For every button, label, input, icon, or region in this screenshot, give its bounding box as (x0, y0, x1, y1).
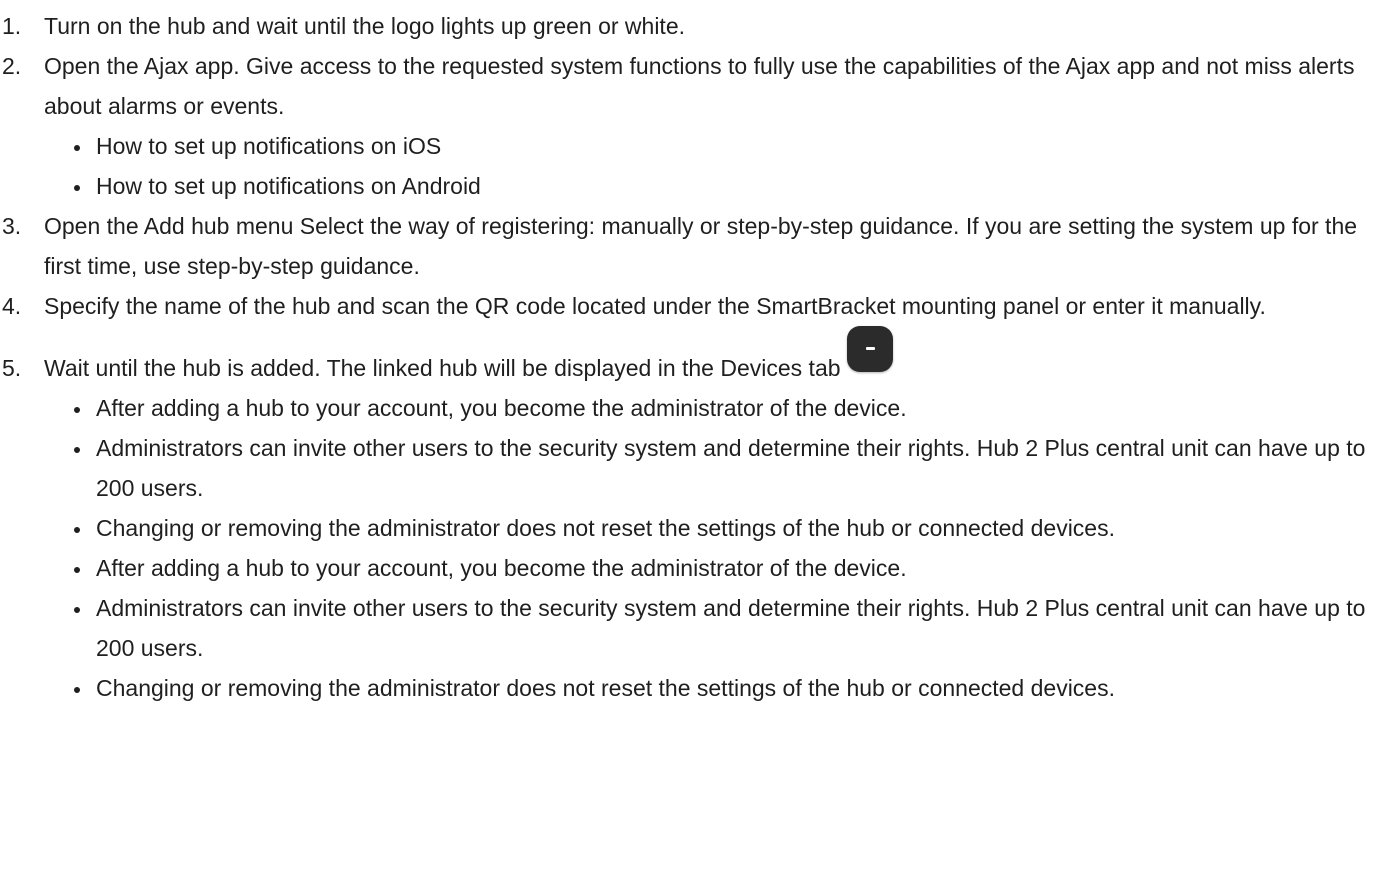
step-text: Open the Add hub menu Select the way of … (44, 213, 1358, 279)
step-number: 4. (2, 293, 22, 319)
devices-tab-hub-icon (846, 326, 893, 372)
step-item-1: 1. Turn on the hub and wait until the lo… (0, 6, 1393, 46)
setup-steps-list: 1. Turn on the hub and wait until the lo… (0, 6, 1393, 126)
list-item: Administrators can invite other users to… (72, 588, 1393, 668)
step-number: 2. (2, 53, 22, 79)
step-text: Open the Ajax app. Give access to the re… (44, 53, 1355, 119)
step-text: Turn on the hub and wait until the logo … (44, 13, 686, 39)
step-text: Specify the name of the hub and scan the… (44, 293, 1266, 319)
step-item-4: 4. Specify the name of the hub and scan … (0, 286, 1393, 326)
list-item[interactable]: How to set up notifications on iOS (72, 126, 1393, 166)
step-2-sublist: How to set up notifications on iOS How t… (0, 126, 1393, 206)
list-item: After adding a hub to your account, you … (72, 388, 1393, 428)
step-number: 3. (2, 213, 22, 239)
instructions-content: 1. Turn on the hub and wait until the lo… (0, 0, 1393, 708)
step-item-2: 2. Open the Ajax app. Give access to the… (0, 46, 1393, 126)
list-item-text: Administrators can invite other users to… (96, 435, 1366, 501)
step-item-5: 5. Wait until the hub is added. The link… (0, 326, 1393, 388)
step-number: 5. (2, 355, 22, 381)
list-item: Changing or removing the administrator d… (72, 668, 1393, 708)
step-text: Wait until the hub is added. The linked … (44, 355, 841, 381)
list-item-text: After adding a hub to your account, you … (96, 395, 907, 421)
list-item: After adding a hub to your account, you … (72, 548, 1393, 588)
step-5-sublist: After adding a hub to your account, you … (0, 388, 1393, 708)
list-item[interactable]: How to set up notifications on Android (72, 166, 1393, 206)
setup-steps-list-continued: 3. Open the Add hub menu Select the way … (0, 206, 1393, 388)
ios-notifications-link[interactable]: How to set up notifications on iOS (96, 126, 1393, 166)
step-item-3: 3. Open the Add hub menu Select the way … (0, 206, 1393, 286)
android-notifications-link[interactable]: How to set up notifications on Android (96, 166, 1393, 206)
list-item: Changing or removing the administrator d… (72, 508, 1393, 548)
list-item-text: Changing or removing the administrator d… (96, 675, 1115, 701)
list-item-text: Administrators can invite other users to… (96, 595, 1366, 661)
list-item: Administrators can invite other users to… (72, 428, 1393, 508)
list-item-text: After adding a hub to your account, you … (96, 555, 907, 581)
step-number: 1. (2, 13, 22, 39)
list-item-text: Changing or removing the administrator d… (96, 515, 1115, 541)
